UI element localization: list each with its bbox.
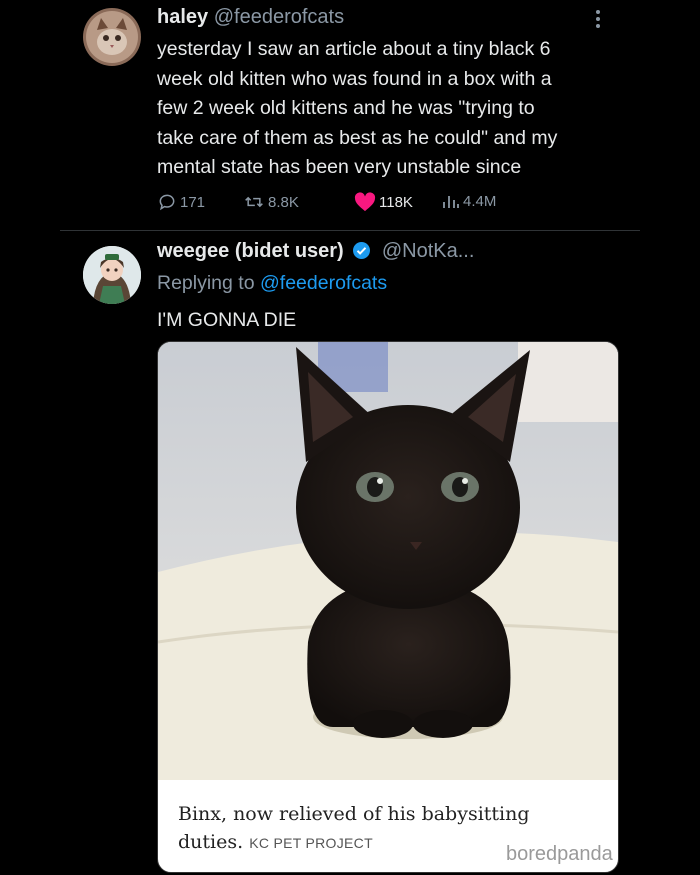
avatar-haley[interactable] [83,8,141,66]
watermark: boredpanda [506,843,613,865]
views-button[interactable]: 4.4M [442,192,496,210]
verified-badge-icon [353,242,371,259]
caption-credit: KC PET PROJECT [249,835,373,851]
replying-to-label: Replying to [157,272,255,294]
tweet-text-line: week old kitten who was found in a box w… [157,67,552,90]
tweet-text-line: take care of them as best as he could" a… [157,126,558,149]
repost-button[interactable]: 8.8K [243,192,299,212]
author-handle[interactable]: @NotKa... [382,240,475,262]
kitten-photo [158,342,618,780]
tweet-text-line: mental state has been very unstable sinc… [157,156,522,178]
views-icon [442,192,460,210]
tweet-text: I'M GONNA DIE [157,309,297,331]
tweet-text: yesterday I saw an article about a tiny … [157,35,627,183]
repost-count: 8.8K [268,193,299,211]
tweet-text-line: few 2 week old kittens and he was "tryin… [157,97,535,119]
replying-to-handle[interactable]: @feederofcats [260,272,387,294]
reply-icon [157,192,177,212]
author-handle[interactable]: @feederofcats [214,6,344,28]
heart-icon [354,192,376,212]
tweet-actions: 171 8.8K 118K 4.4M [157,192,537,216]
repost-icon [243,192,265,212]
like-count: 118K [379,193,413,211]
replying-to: Replying to @feederofcats [157,272,387,295]
views-count: 4.4M [463,192,497,210]
like-button[interactable]: 118K [354,192,413,212]
author-name[interactable]: haley [157,6,208,28]
tweet-haley: haley @feederofcats yesterday I saw an a… [0,0,700,230]
tweet-text-line: yesterday I saw an article about a tiny … [157,38,551,60]
author-name[interactable]: weegee (bidet user) [157,240,344,262]
news-card[interactable]: Binx, now relieved of his babysitting du… [157,341,619,873]
reply-count: 171 [180,193,206,211]
reply-button[interactable]: 171 [157,192,205,212]
more-dots-icon[interactable] [594,8,602,36]
avatar-weegee[interactable] [83,246,141,304]
